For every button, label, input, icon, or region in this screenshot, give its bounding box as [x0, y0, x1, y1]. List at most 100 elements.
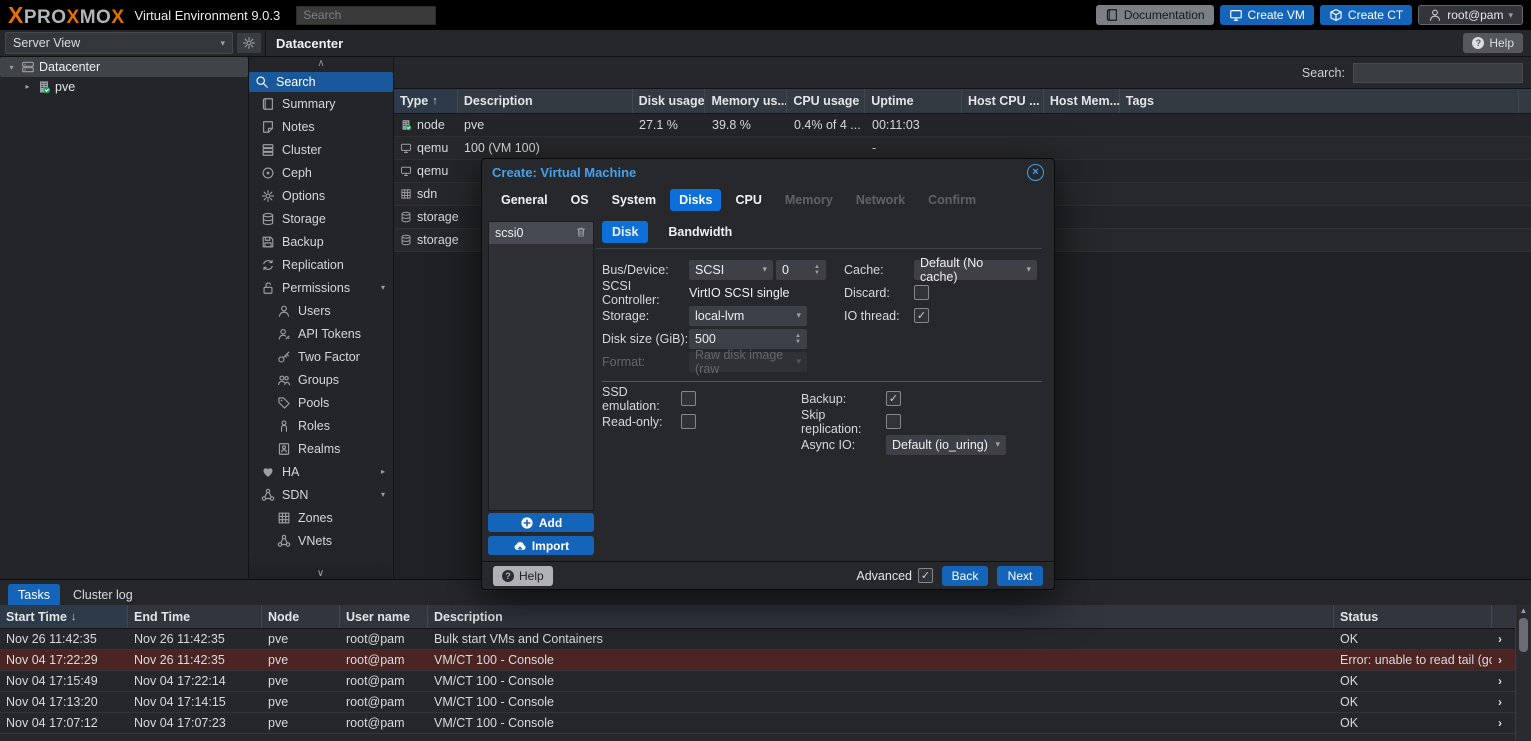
tree-item-datacenter[interactable]: ▾Datacenter	[0, 57, 248, 77]
sidebar-item-permissions[interactable]: Permissions▾	[249, 276, 393, 299]
task-column-header-status[interactable]: Status	[1334, 605, 1492, 628]
sidebar-item-realms[interactable]: Realms	[249, 437, 393, 460]
sidebar-item-sdn[interactable]: SDN▾	[249, 483, 393, 506]
scrollbar-thumb[interactable]	[1519, 618, 1528, 652]
sidebar-item-storage[interactable]: Storage	[249, 207, 393, 230]
column-header-description[interactable]: Description	[458, 89, 633, 113]
task-row[interactable]: Nov 04 17:15:49Nov 04 17:22:14pveroot@pa…	[0, 671, 1531, 692]
task-row[interactable]: Nov 04 17:13:20Nov 04 17:14:15pveroot@pa…	[0, 692, 1531, 713]
subtab-bandwidth[interactable]: Bandwidth	[658, 221, 742, 243]
subtab-disk[interactable]: Disk	[602, 221, 648, 243]
resource-row-node-pve[interactable]: nodepve27.1 %39.8 %0.4% of 4 ...00:11:03	[394, 114, 1531, 137]
column-header-uptime[interactable]: Uptime	[865, 89, 962, 113]
column-header-host-mem[interactable]: Host Mem...	[1044, 89, 1120, 113]
tree-item-pve[interactable]: ▸pve	[0, 77, 248, 96]
disk-size-gib-stepper[interactable]: 500▲▼	[689, 329, 807, 349]
skip-replication-checkbox[interactable]	[886, 414, 901, 429]
tab-general[interactable]: General	[492, 189, 557, 211]
bus-device-select[interactable]: SCSI▾	[689, 260, 773, 280]
tree-caret-icon[interactable]: ▾	[6, 63, 17, 72]
sidebar-item-api-tokens[interactable]: API Tokens	[249, 322, 393, 345]
sort-desc-icon: ↓	[71, 611, 77, 623]
cache-select[interactable]: Default (No cache)▾	[914, 260, 1037, 280]
sidebar-item-replication[interactable]: Replication	[249, 253, 393, 276]
sidebar-item-zones[interactable]: Zones	[249, 506, 393, 529]
sidebar-item-notes[interactable]: Notes	[249, 115, 393, 138]
sidebar-item-cluster[interactable]: Cluster	[249, 138, 393, 161]
tab-disks[interactable]: Disks	[670, 189, 721, 211]
task-column-header-end-time[interactable]: End Time	[128, 605, 262, 628]
sidebar-item-pools[interactable]: Pools	[249, 391, 393, 414]
import-disk-button[interactable]: Import	[488, 536, 594, 555]
ssd-emulation-checkbox[interactable]	[681, 391, 696, 406]
task-column-header-start-time[interactable]: Start Time↓	[0, 605, 128, 628]
tab-os[interactable]: OS	[562, 189, 598, 211]
task-tab-tasks[interactable]: Tasks	[8, 584, 60, 605]
expand-cell[interactable]: ›	[1492, 653, 1516, 667]
next-button[interactable]: Next	[997, 566, 1043, 586]
tree-settings-button[interactable]	[237, 33, 261, 53]
read-only-checkbox[interactable]	[681, 414, 696, 429]
expand-cell[interactable]: ›	[1492, 674, 1516, 688]
sidebar-item-roles[interactable]: Roles	[249, 414, 393, 437]
sidebar-item-search[interactable]: Search	[249, 72, 393, 92]
task-column-header-user-name[interactable]: User name	[340, 605, 428, 628]
add-disk-button[interactable]: Add	[488, 513, 594, 532]
storage-select[interactable]: local-lvm▾	[689, 306, 807, 326]
sidebar-item-options[interactable]: Options	[249, 184, 393, 207]
menu-scroll-up-icon[interactable]: ∧	[249, 57, 393, 72]
dialog-help-button[interactable]: ? Help	[493, 566, 553, 586]
column-header-cpu-usage[interactable]: CPU usage	[787, 89, 865, 113]
documentation-button[interactable]: Documentation	[1096, 5, 1214, 25]
end-time-cell: Nov 04 17:22:14	[128, 674, 262, 688]
view-selector[interactable]: Server View ▾	[5, 32, 233, 54]
task-row[interactable]: Nov 04 17:22:29Nov 26 11:42:35pveroot@pa…	[0, 650, 1531, 671]
sidebar-item-summary[interactable]: Summary	[249, 92, 393, 115]
resource-row-qemu-100-vm-100[interactable]: qemu100 (VM 100)-	[394, 137, 1531, 160]
sidebar-item-backup[interactable]: Backup	[249, 230, 393, 253]
create-ct-button[interactable]: Create CT	[1320, 5, 1412, 25]
column-header-host-cpu[interactable]: Host CPU ...	[962, 89, 1044, 113]
task-row[interactable]: Nov 26 11:42:35Nov 26 11:42:35pveroot@pa…	[0, 629, 1531, 650]
root-pam-button[interactable]: root@pam▾	[1418, 5, 1523, 25]
task-row[interactable]: Nov 04 17:07:12Nov 04 17:07:23pveroot@pa…	[0, 713, 1531, 734]
global-search-input[interactable]	[296, 6, 436, 25]
help-button[interactable]: ? Help	[1463, 33, 1523, 53]
task-column-header-description[interactable]: Description	[428, 605, 1334, 628]
spinner-arrows-icon[interactable]: ▲▼	[814, 264, 820, 276]
sidebar-item-vnets[interactable]: VNets	[249, 529, 393, 552]
column-header-tags[interactable]: Tags	[1120, 89, 1519, 113]
scroll-up-icon[interactable]: ▲	[1520, 607, 1528, 615]
expand-cell[interactable]: ›	[1492, 716, 1516, 730]
sidebar-item-two-factor[interactable]: Two Factor	[249, 345, 393, 368]
column-header-memory-us[interactable]: Memory us...	[705, 89, 787, 113]
menu-scroll-down-icon[interactable]: ∨	[249, 556, 392, 580]
expand-cell[interactable]: ›	[1492, 695, 1516, 709]
column-header-type[interactable]: Type↑	[394, 89, 458, 113]
sidebar-item-ceph[interactable]: Ceph	[249, 161, 393, 184]
close-icon[interactable]: ×	[1027, 164, 1044, 181]
backup-checkbox[interactable]: ✓	[886, 391, 901, 406]
sidebar-item-groups[interactable]: Groups	[249, 368, 393, 391]
tab-cpu[interactable]: CPU	[726, 189, 770, 211]
discard-checkbox[interactable]	[914, 285, 929, 300]
task-tab-cluster-log[interactable]: Cluster log	[63, 584, 143, 605]
back-button[interactable]: Back	[942, 566, 988, 586]
tab-system[interactable]: System	[603, 189, 665, 211]
sidebar-item-users[interactable]: Users	[249, 299, 393, 322]
sidebar-item-ha[interactable]: HA▸	[249, 460, 393, 483]
task-column-header-node[interactable]: Node	[262, 605, 340, 628]
bus-device-number-stepper[interactable]: 0▲▼	[776, 260, 826, 280]
trash-icon[interactable]	[575, 226, 587, 241]
create-vm-button[interactable]: Create VM	[1220, 5, 1314, 25]
io-thread-checkbox[interactable]: ✓	[914, 308, 929, 323]
task-scrollbar[interactable]: ▲	[1515, 605, 1531, 741]
expand-cell[interactable]: ›	[1492, 632, 1516, 646]
spinner-arrows-icon[interactable]: ▲▼	[795, 333, 801, 345]
async-io-select[interactable]: Default (io_uring)▾	[886, 435, 1006, 455]
tree-caret-icon[interactable]: ▸	[22, 82, 33, 91]
resource-search-input[interactable]	[1353, 63, 1523, 83]
column-header-disk-usage[interactable]: Disk usage...	[633, 89, 706, 113]
advanced-checkbox[interactable]: ✓	[918, 568, 933, 583]
disk-list-item-scsi0[interactable]: scsi0	[489, 222, 593, 244]
